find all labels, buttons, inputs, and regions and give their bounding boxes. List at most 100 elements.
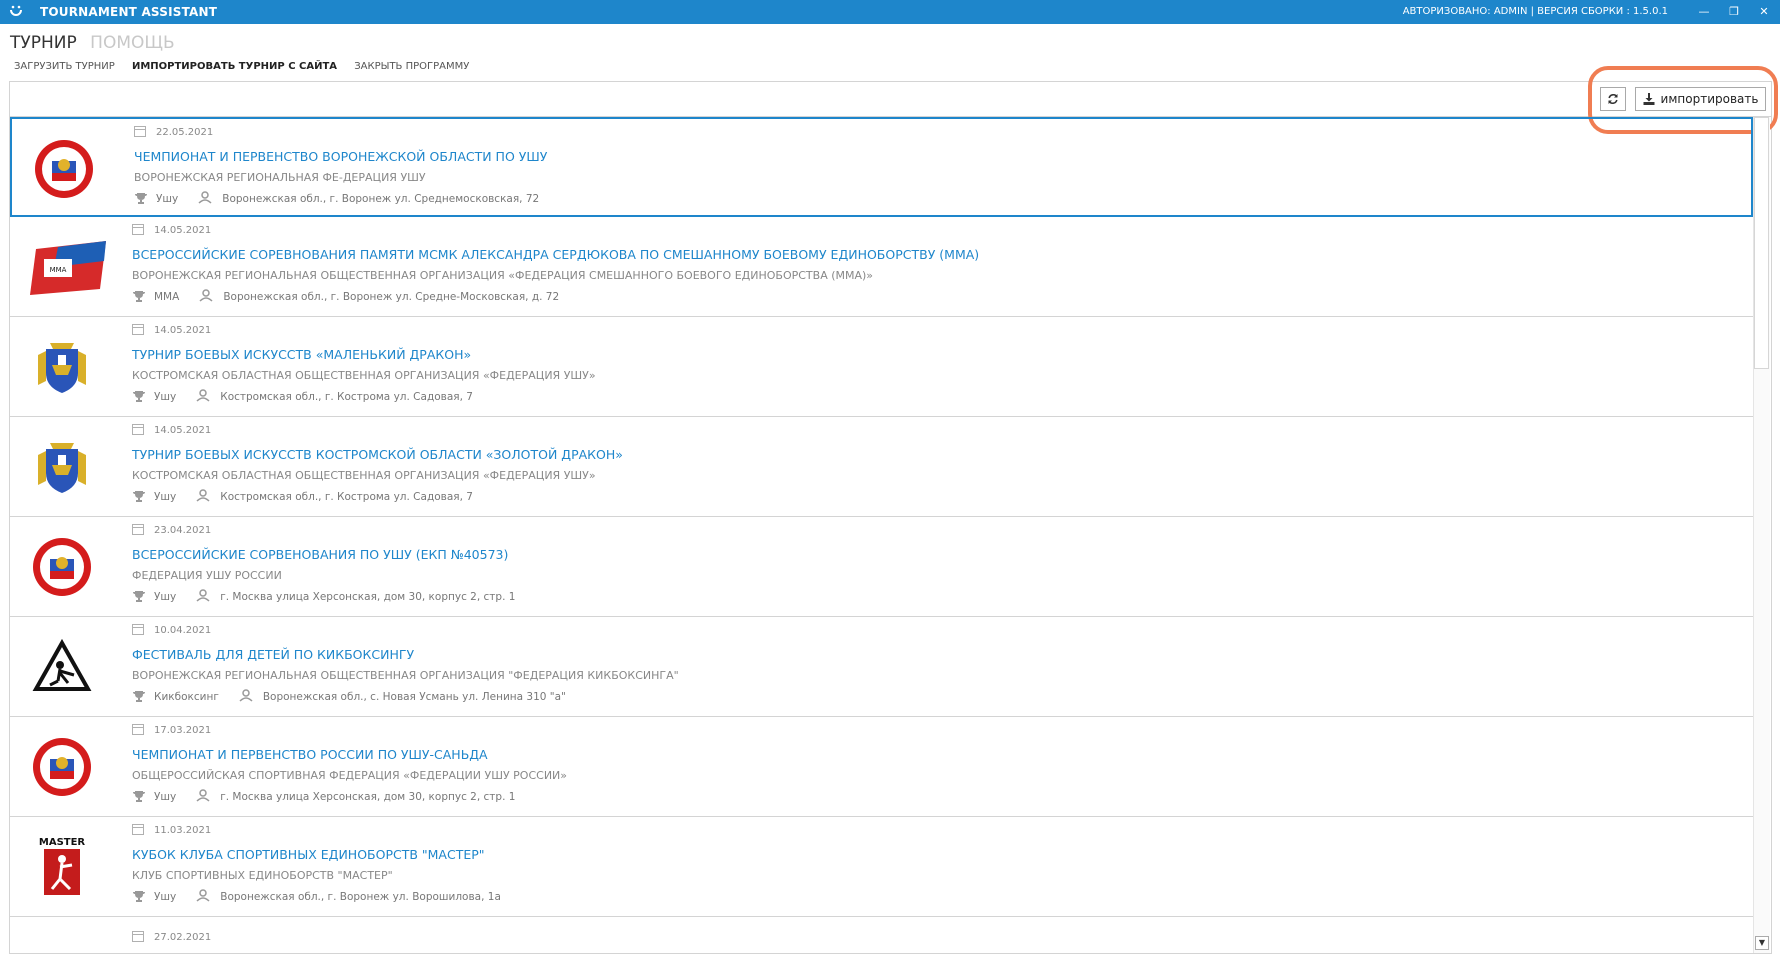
- tournament-title[interactable]: ВСЕРОССИЙСКИЕ СОРЕВНОВАНИЯ ПАМЯТИ МСМК А…: [132, 247, 979, 262]
- tournament-date: 10.04.2021: [132, 624, 211, 636]
- menu-help[interactable]: ПОМОЩЬ: [90, 33, 174, 53]
- tournament-row[interactable]: 23.04.2021 ВСЕРОССИЙСКИЕ СОРВЕНОВАНИЯ ПО …: [10, 517, 1753, 617]
- tournament-logo: [30, 635, 94, 699]
- restore-button[interactable]: ❐: [1726, 4, 1742, 20]
- tournament-title[interactable]: КУБОК КЛУБА СПОРТИВНЫХ ЕДИНОБОРСТВ "МАСТ…: [132, 847, 485, 862]
- sport-text: Ушу: [154, 591, 177, 603]
- wushu-federation-logo: [35, 140, 93, 198]
- tournament-title[interactable]: ЧЕМПИОНАТ И ПЕРВЕНСТВО РОССИИ ПО УШУ-САН…: [132, 747, 488, 762]
- trophy-icon: [133, 691, 145, 702]
- tournament-meta: Кикбоксинг Воронежская обл., с. Новая Усм…: [132, 689, 566, 703]
- tournament-organizer: ФЕДЕРАЦИЯ УШУ РОССИИ: [132, 569, 282, 582]
- date-text: 27.02.2021: [154, 932, 212, 943]
- tournament-logo: [30, 735, 94, 799]
- trophy-icon: [133, 791, 145, 802]
- calendar-icon: [132, 724, 144, 735]
- tournament-logo: MASTER: [30, 835, 94, 899]
- scrollbar-thumb[interactable]: [1754, 117, 1769, 369]
- date-text: 14.05.2021: [154, 225, 212, 236]
- tournament-organizer: КЛУБ СПОРТИВНЫХ ЕДИНОБОРСТВ "МАСТЕР": [132, 869, 393, 882]
- tournament-row[interactable]: 14.05.2021 ТУРНИР БОЕВЫХ ИСКУССТВ КОСТРОМ…: [10, 417, 1753, 517]
- calendar-icon: [132, 424, 144, 435]
- tournament-date: 22.05.2021: [134, 126, 213, 138]
- trophy-icon: [133, 491, 145, 502]
- address-text: г. Москва улица Херсонская, дом 30, корп…: [220, 591, 516, 603]
- submenu-import-tournament[interactable]: ИМПОРТИРОВАТЬ ТУРНИР С САЙТА: [132, 61, 337, 72]
- main-menu: ТУРНИР ПОМОЩЬ: [10, 33, 183, 53]
- tournament-meta: ММА Воронежская обл., г. Воронеж ул. Сред…: [132, 289, 559, 303]
- tournament-organizer: ВОРОНЕЖСКАЯ РЕГИОНАЛЬНАЯ ОБЩЕСТВЕННАЯ ОР…: [132, 669, 679, 682]
- calendar-icon: [132, 224, 144, 235]
- sport-text: Ушу: [154, 491, 177, 503]
- tournament-title[interactable]: ЧЕМПИОНАТ И ПЕРВЕНСТВО ВОРОНЕЖСКОЙ ОБЛАС…: [134, 149, 547, 164]
- menu-tournament[interactable]: ТУРНИР: [10, 33, 77, 53]
- tournament-title[interactable]: ТУРНИР БОЕВЫХ ИСКУССТВ «МАЛЕНЬКИЙ ДРАКОН…: [132, 347, 471, 362]
- wushu-federation-logo: [33, 538, 91, 596]
- address-text: Воронежская обл., г. Воронеж ул. Средне-…: [223, 291, 560, 303]
- submenu-close-program[interactable]: ЗАКРЫТЬ ПРОГРАММУ: [354, 61, 469, 72]
- app-logo-icon: [10, 5, 22, 16]
- app-title: TOURNAMENT ASSISTANT: [40, 5, 218, 19]
- sport-text: Ушу: [156, 193, 179, 205]
- mma-union-logo: MMA: [30, 241, 106, 295]
- trophy-icon: [135, 193, 147, 204]
- address-text: Воронежская обл., г. Воронеж ул. Среднем…: [222, 193, 540, 205]
- svg-text:MMA: MMA: [50, 266, 67, 274]
- location-pin-icon: [196, 889, 210, 902]
- tournament-row[interactable]: 17.03.2021 ЧЕМПИОНАТ И ПЕРВЕНСТВО РОССИИ …: [10, 717, 1753, 817]
- tournament-row[interactable]: 14.05.2021 ТУРНИР БОЕВЫХ ИСКУССТВ «МАЛЕНЬ…: [10, 317, 1753, 417]
- tournament-row[interactable]: 10.04.2021 ФЕСТИВАЛЬ ДЛЯ ДЕТЕЙ ПО КИКБОКС…: [10, 617, 1753, 717]
- tournament-date: 14.05.2021: [132, 424, 211, 436]
- tournament-logo: MMA: [28, 235, 108, 299]
- calendar-icon: [132, 624, 144, 635]
- tournament-logo: [30, 535, 94, 599]
- tournament-date: 23.04.2021: [132, 524, 211, 536]
- location-pin-icon: [196, 589, 210, 602]
- sport-text: ММА: [154, 291, 180, 303]
- tournament-meta: Ушу г. Москва улица Херсонская, дом 30, к…: [132, 789, 515, 803]
- tournament-title[interactable]: ТУРНИР БОЕВЫХ ИСКУССТВ КОСТРОМСКОЙ ОБЛАС…: [132, 447, 623, 462]
- address-text: Костромская обл., г. Кострома ул. Садова…: [220, 491, 473, 503]
- tournament-logo: [30, 335, 94, 399]
- close-button[interactable]: ✕: [1756, 4, 1772, 20]
- trophy-icon: [133, 891, 145, 902]
- tournament-meta: Ушу г. Москва улица Херсонская, дом 30, к…: [132, 589, 515, 603]
- wushu-federation-logo: [33, 738, 91, 796]
- tournament-meta: Ушу Воронежская обл., г. Воронеж ул. Сред…: [134, 191, 539, 205]
- calendar-icon: [132, 931, 144, 942]
- date-text: 17.03.2021: [154, 725, 212, 736]
- title-bar: TOURNAMENT ASSISTANT АВТОРИЗОВАНО: ADMIN…: [0, 0, 1780, 24]
- submenu-load-tournament[interactable]: ЗАГРУЗИТЬ ТУРНИР: [14, 61, 115, 72]
- auth-version-text: АВТОРИЗОВАНО: ADMIN | ВЕРСИЯ СБОРКИ : 1.…: [1402, 6, 1668, 17]
- kickboxing-logo: [32, 638, 92, 691]
- tournament-date: 27.02.2021: [132, 931, 211, 943]
- date-text: 23.04.2021: [154, 525, 212, 536]
- tournament-title[interactable]: ВСЕРОССИЙСКИЕ СОРВЕНОВАНИЯ ПО УШУ (ЕКП №…: [132, 547, 508, 562]
- tournament-row[interactable]: MMA 14.05.2021 ВСЕРОССИЙСКИЕ СОРЕВНОВАНИЯ …: [10, 217, 1753, 317]
- address-text: Воронежская обл., с. Новая Усмань ул. Ле…: [262, 691, 566, 703]
- sport-text: Ушу: [154, 391, 177, 403]
- location-pin-icon: [199, 289, 213, 302]
- sport-text: Ушу: [154, 891, 177, 903]
- minimize-button[interactable]: —: [1696, 4, 1712, 20]
- kostroma-coat-of-arms: [38, 343, 86, 393]
- date-text: 22.05.2021: [156, 127, 214, 138]
- location-pin-icon: [239, 689, 253, 702]
- tournament-row[interactable]: 22.05.2021 ЧЕМПИОНАТ И ПЕРВЕНСТВО ВОРОНЕЖ…: [10, 117, 1753, 217]
- tournament-title[interactable]: ФЕСТИВАЛЬ ДЛЯ ДЕТЕЙ ПО КИКБОКСИНГУ: [132, 647, 414, 662]
- tournament-date: 17.03.2021: [132, 724, 211, 736]
- location-pin-icon: [196, 389, 210, 402]
- tournament-date: 14.05.2021: [132, 324, 211, 336]
- address-text: Костромская обл., г. Кострома ул. Садова…: [220, 391, 473, 403]
- date-text: 14.05.2021: [154, 325, 212, 336]
- tournament-meta: Ушу Костромская обл., г. Кострома ул. Сад…: [132, 389, 473, 403]
- master-club-logo: MASTER: [39, 837, 85, 895]
- calendar-icon: [132, 524, 144, 535]
- tournament-row-partial[interactable]: 27.02.2021: [10, 924, 1753, 954]
- sport-text: Кикбоксинг: [154, 691, 219, 703]
- location-pin-icon: [196, 489, 210, 502]
- scroll-down-arrow-icon[interactable]: ▼: [1755, 936, 1769, 950]
- tournament-row[interactable]: MASTER 11.03.2021 КУБОК КЛУБА СПОРТИВНЫХ Е…: [10, 817, 1753, 917]
- tournament-meta: Ушу Костромская обл., г. Кострома ул. Сад…: [132, 489, 473, 503]
- date-text: 14.05.2021: [154, 425, 212, 436]
